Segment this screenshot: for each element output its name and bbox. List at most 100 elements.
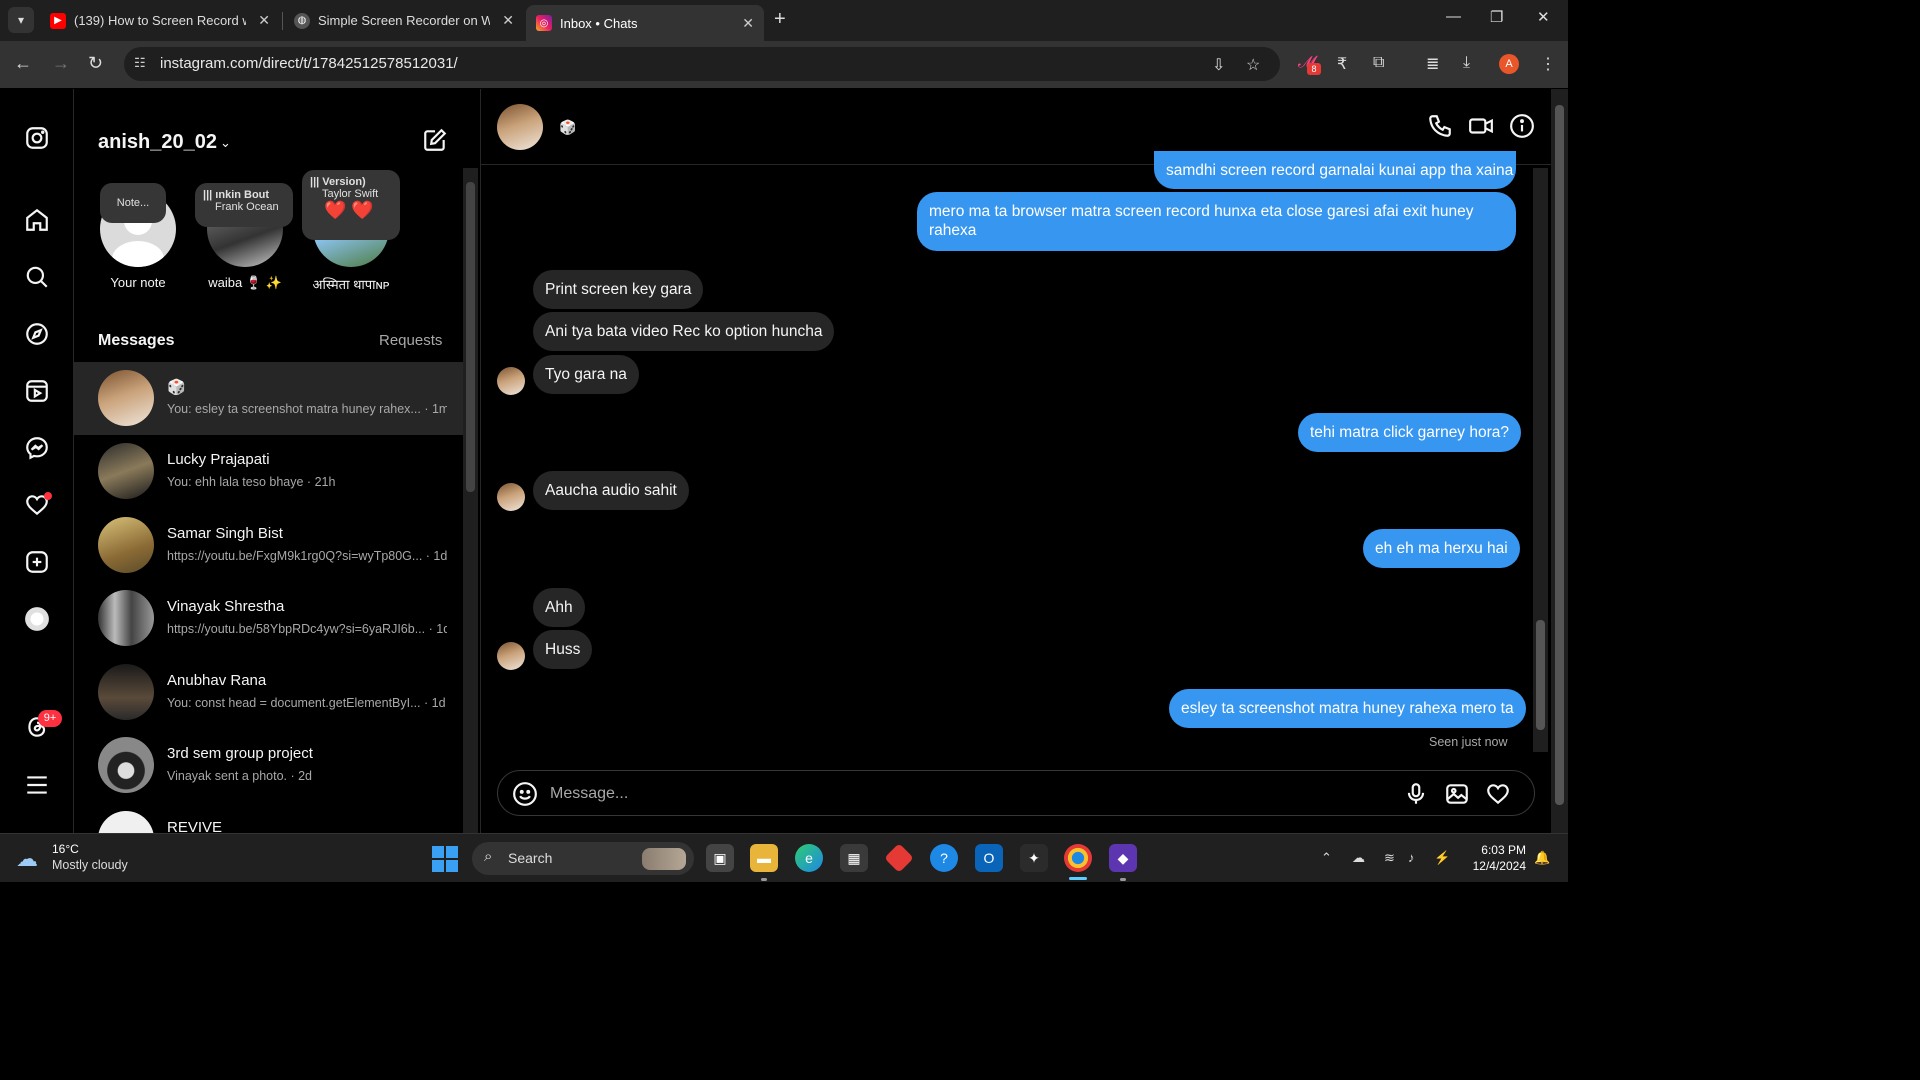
close-tab-icon[interactable]: ✕ xyxy=(502,12,514,29)
store-icon[interactable]: ▦ xyxy=(840,844,868,872)
messenger-icon[interactable] xyxy=(24,435,50,461)
search-icon[interactable] xyxy=(24,264,50,290)
requests-link[interactable]: Requests xyxy=(379,332,442,349)
chevron-down-icon[interactable]: ⌄ xyxy=(220,135,231,151)
message-bubble-outgoing[interactable]: mero ma ta browser matra screen record h… xyxy=(917,192,1516,251)
volume-icon[interactable]: ♪ xyxy=(1408,850,1415,865)
menu-icon[interactable] xyxy=(24,772,50,798)
chat-panel: 🎲 samdhi screen record garnalai kunai ap… xyxy=(480,89,1551,833)
profile-avatar[interactable]: A xyxy=(1499,54,1519,74)
note-bubble-music[interactable]: ||| ınkin Bout Frank Ocean xyxy=(195,183,293,227)
heart-icon[interactable] xyxy=(1485,781,1511,807)
chat-scrollbar[interactable] xyxy=(1533,168,1548,752)
app-icon[interactable]: ◆ xyxy=(1109,844,1137,872)
chrome-menu-icon[interactable]: ⋮ xyxy=(1540,54,1556,74)
edge-icon[interactable]: e xyxy=(795,844,823,872)
close-window-icon[interactable]: ✕ xyxy=(1537,8,1550,26)
onedrive-icon[interactable]: ☁ xyxy=(1352,850,1365,866)
battery-icon[interactable]: ⚡ xyxy=(1434,850,1450,866)
tab-instagram-inbox[interactable]: ◎ Inbox • Chats ✕ xyxy=(526,5,764,41)
site-info-icon[interactable]: ☷ xyxy=(134,55,152,73)
account-username[interactable]: anish_20_02 xyxy=(98,131,217,154)
reload-icon[interactable]: ↻ xyxy=(88,53,103,74)
phone-icon[interactable] xyxy=(1427,113,1453,139)
extensions-puzzle-icon[interactable]: ⧉ xyxy=(1373,54,1384,72)
scrollbar-thumb[interactable] xyxy=(1536,620,1545,730)
message-bubble-outgoing[interactable]: samdhi screen record garnalai kunai app … xyxy=(1154,151,1516,189)
microphone-icon[interactable] xyxy=(1403,781,1429,807)
explore-icon[interactable] xyxy=(24,321,50,347)
avatar[interactable] xyxy=(497,104,543,150)
bookmark-star-icon[interactable]: ☆ xyxy=(1246,55,1260,75)
restore-icon[interactable]: ❐ xyxy=(1490,8,1503,26)
tab-search-button[interactable]: ▾ xyxy=(8,7,34,33)
chrome-icon[interactable] xyxy=(1064,844,1092,872)
emoji-icon[interactable] xyxy=(512,781,538,807)
back-icon[interactable]: ← xyxy=(14,53,32,74)
thread-item[interactable]: Samar Singh Bist https://youtu.be/FxgM9k… xyxy=(74,509,463,582)
thread-item[interactable]: Vinayak Shrestha https://youtu.be/58YbpR… xyxy=(74,582,463,655)
note-bubble-music[interactable]: ||| Version) Taylor Swift ❤️ ❤️ xyxy=(302,170,400,240)
close-tab-icon[interactable]: ✕ xyxy=(742,15,754,32)
install-app-icon[interactable]: ⇩ xyxy=(1212,55,1225,75)
new-tab-button[interactable]: + xyxy=(774,8,786,31)
system-clock[interactable]: 6:03 PM 12/4/2024 xyxy=(1462,842,1526,874)
home-icon[interactable] xyxy=(24,207,50,233)
thread-item-selected[interactable]: 🎲 You: esley ta screenshot matra huney r… xyxy=(74,362,463,435)
anydesk-icon[interactable] xyxy=(884,843,914,873)
message-bubble-outgoing[interactable]: esley ta screenshot matra huney rahexa m… xyxy=(1169,689,1526,728)
message-bubble-incoming[interactable]: Huss xyxy=(533,630,593,669)
chevron-up-icon[interactable]: ⌃ xyxy=(1321,850,1332,866)
thread-item[interactable]: Lucky Prajapati You: ehh lala teso bhaye… xyxy=(74,435,463,508)
message-bubble-incoming[interactable]: Ahh xyxy=(533,588,585,627)
notification-bell-icon[interactable]: 🔔 xyxy=(1534,850,1550,866)
message-bubble-incoming[interactable]: Tyo gara na xyxy=(533,355,639,394)
media-control-icon[interactable]: ≣ xyxy=(1426,54,1439,74)
message-input[interactable] xyxy=(550,781,1390,807)
page-scrollbar[interactable] xyxy=(1551,89,1568,833)
inbox-scrollbar[interactable] xyxy=(463,168,478,833)
info-icon[interactable] xyxy=(1509,113,1535,139)
thread-item[interactable]: 3rd sem group project Vinayak sent a pho… xyxy=(74,729,463,802)
tab-screen-recorder[interactable]: ◍ Simple Screen Recorder on Win ✕ xyxy=(284,0,524,41)
windows-start-button[interactable] xyxy=(432,846,458,872)
image-upload-icon[interactable] xyxy=(1444,781,1470,807)
create-icon[interactable] xyxy=(24,549,50,575)
message-bubble-incoming[interactable]: Ani tya bata video Rec ko option huncha xyxy=(533,312,835,351)
close-tab-icon[interactable]: ✕ xyxy=(258,12,270,29)
message-bubble-incoming[interactable]: Print screen key gara xyxy=(533,270,704,309)
currency-extension-icon[interactable]: ₹ xyxy=(1337,54,1347,74)
profile-icon[interactable] xyxy=(24,606,50,632)
figma-icon[interactable]: ✦ xyxy=(1020,844,1048,872)
reels-icon[interactable] xyxy=(24,378,50,404)
notification-dot xyxy=(44,492,52,500)
forward-icon[interactable]: → xyxy=(52,53,70,74)
compose-icon[interactable] xyxy=(422,127,448,153)
taskbar-search[interactable]: ⌕ Search xyxy=(472,842,694,875)
minimize-icon[interactable]: — xyxy=(1446,8,1461,25)
outlook-icon[interactable]: O xyxy=(975,844,1003,872)
scrollbar-thumb[interactable] xyxy=(466,182,475,492)
video-call-icon[interactable] xyxy=(1468,113,1494,139)
message-bubble-outgoing[interactable]: eh eh ma herxu hai xyxy=(1363,529,1520,568)
sender-avatar[interactable] xyxy=(497,642,525,670)
instagram-logo-icon[interactable] xyxy=(24,125,50,151)
file-explorer-icon[interactable]: ▬ xyxy=(750,844,778,872)
address-bar[interactable]: ☷ instagram.com/direct/t/178425125785120… xyxy=(124,47,1280,81)
chat-title[interactable]: 🎲 xyxy=(559,119,576,136)
note-bubble[interactable]: Note... xyxy=(100,183,166,223)
sender-avatar[interactable] xyxy=(497,367,525,395)
sender-avatar[interactable] xyxy=(497,483,525,511)
tab-youtube[interactable]: ▶ (139) How to Screen Record wit ✕ xyxy=(40,0,280,41)
avatar xyxy=(98,370,154,426)
thread-item[interactable]: Anubhav Rana You: const head = document.… xyxy=(74,656,463,729)
task-view-icon[interactable]: ▣ xyxy=(706,844,734,872)
downloads-icon[interactable]: ⤓ xyxy=(1463,54,1470,72)
help-icon[interactable]: ? xyxy=(930,844,958,872)
running-indicator xyxy=(761,878,767,881)
message-bubble-incoming[interactable]: Aaucha audio sahit xyxy=(533,471,689,510)
message-bubble-outgoing[interactable]: tehi matra click garney hora? xyxy=(1298,413,1522,452)
wifi-icon[interactable]: ≋ xyxy=(1384,850,1395,866)
thread-item[interactable]: REVIVE xyxy=(74,803,463,833)
scrollbar-thumb[interactable] xyxy=(1555,105,1564,805)
